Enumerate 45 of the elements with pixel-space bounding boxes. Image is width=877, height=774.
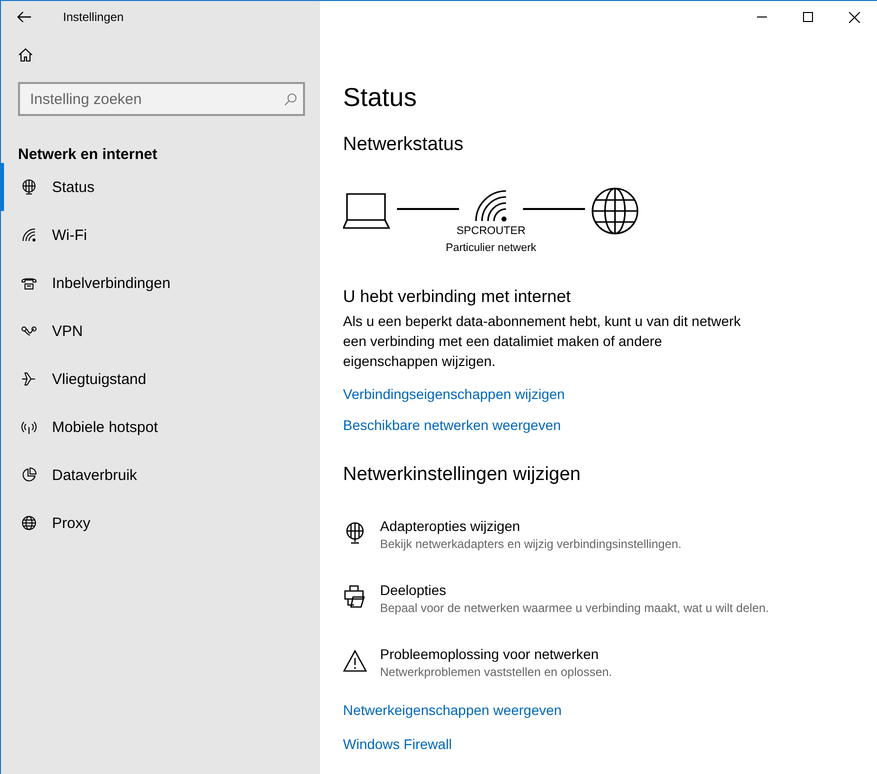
search-icon xyxy=(284,93,297,106)
section-heading: Netwerk en internet xyxy=(18,146,158,163)
option-description: Netwerkproblemen vaststellen en oplossen. xyxy=(380,664,612,680)
nav-item[interactable]: Inbelverbindingen xyxy=(1,259,320,307)
nav-item[interactable]: VPN xyxy=(1,307,320,355)
nav-icon xyxy=(21,515,37,531)
link[interactable]: Windows Firewall xyxy=(343,736,452,752)
network-type: Particulier netwerk xyxy=(446,241,536,256)
wifi-icon xyxy=(473,187,509,223)
laptop-icon xyxy=(343,193,391,229)
section-heading: Netwerkinstellingen wijzigen xyxy=(343,464,581,486)
option-link[interactable]: Probleemoplossing voor netwerken xyxy=(380,644,612,664)
globe-icon xyxy=(591,187,639,235)
status-text: Als u een beperkt data-abonnement hebt, kunt u van dit netwerk een verbinding met een datalimiet maken of andere eigenschappen wijzigen. xyxy=(343,312,742,371)
option-description: Bekijk netwerkadapters en wijzig verbindingsinstellingen. xyxy=(380,536,682,552)
link[interactable]: Beschikbare netwerken weergeven xyxy=(343,417,561,433)
nav-icon xyxy=(21,467,37,483)
nav-item[interactable]: Wi-Fi xyxy=(1,211,320,259)
nav-item[interactable]: Vliegtuigstand xyxy=(1,355,320,403)
nav-item[interactable]: Dataverbruik xyxy=(1,451,320,499)
nav-icon xyxy=(21,179,37,195)
option-link[interactable]: Deelopties xyxy=(380,580,769,600)
close-icon xyxy=(848,12,860,22)
page-title: Status xyxy=(343,82,417,113)
connection-line xyxy=(397,208,459,210)
connection-line xyxy=(523,208,585,210)
nav-icon xyxy=(21,371,37,387)
home-icon xyxy=(18,48,33,62)
section-heading: Netwerkstatus xyxy=(343,134,464,156)
option-link[interactable]: Adapteropties wijzigen xyxy=(380,516,682,536)
link[interactable]: Verbindingseigenschappen wijzigen xyxy=(343,386,565,402)
maximize-icon xyxy=(803,12,813,22)
warning-icon xyxy=(343,649,367,673)
window-title: Instellingen xyxy=(63,10,124,24)
status-heading: U hebt verbinding met internet xyxy=(343,287,571,307)
network-name: SPCROUTER xyxy=(456,224,526,239)
nav-item[interactable]: Proxy xyxy=(1,499,320,547)
search-field[interactable]: Instelling zoeken xyxy=(18,82,305,116)
nav-icon xyxy=(21,227,37,243)
nav-item[interactable]: Mobiele hotspot xyxy=(1,403,320,451)
nav-icon xyxy=(21,419,37,435)
printer-folder-icon xyxy=(343,585,367,609)
option-description: Bepaal voor de netwerken waarmee u verbinding maakt, wat u wilt delen. xyxy=(380,600,769,616)
back-arrow-icon xyxy=(17,11,31,23)
link[interactable]: Netwerkeigenschappen weergeven xyxy=(343,702,562,718)
